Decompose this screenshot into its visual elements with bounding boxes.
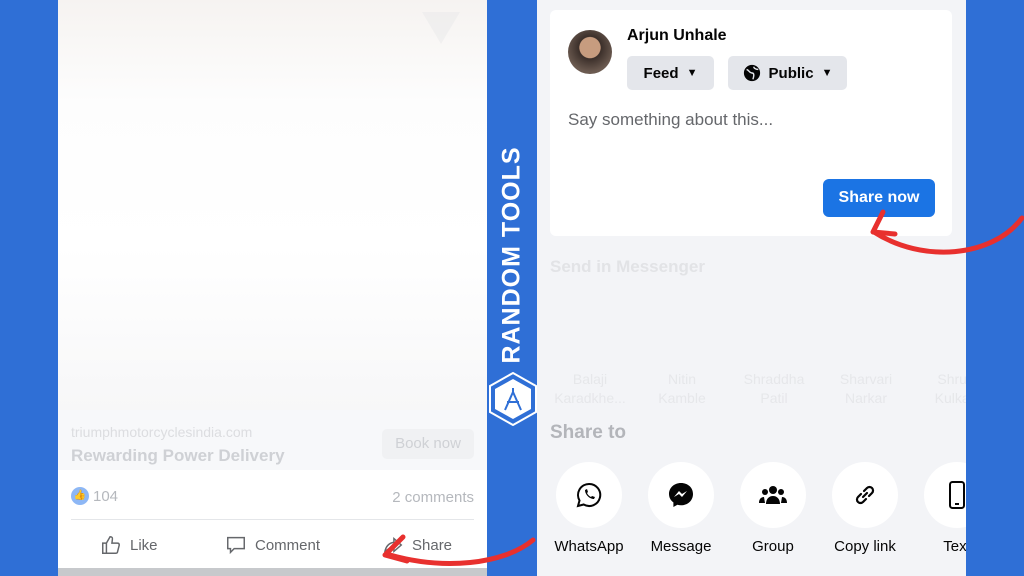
whatsapp-icon xyxy=(576,482,602,508)
feed-dropdown[interactable]: Feed ▼ xyxy=(627,56,714,90)
link-domain: triumphmotorcyclesindia.com xyxy=(71,424,253,440)
user-name: Arjun Unhale xyxy=(627,27,727,44)
share-icon xyxy=(384,536,403,554)
share-now-button[interactable]: Share now xyxy=(823,179,935,217)
like-count: 104 xyxy=(93,487,119,505)
share-copy-link[interactable]: Copy link xyxy=(819,462,911,555)
contact-first-name: Shru... xyxy=(937,371,966,387)
comment-count[interactable]: 2 comments xyxy=(392,489,474,506)
contact-last-name: Patil xyxy=(760,390,788,406)
like-button[interactable]: Like xyxy=(100,534,158,556)
feed-label: Feed xyxy=(643,64,679,82)
contact-last-name: Karadkhe... xyxy=(554,390,626,406)
share-label: Share xyxy=(412,536,453,554)
messenger-contact[interactable]: Balaji Karadkhe... xyxy=(545,370,635,408)
reaction-count[interactable]: 👍 104 xyxy=(71,487,118,505)
messenger-contact[interactable]: Shraddha Patil xyxy=(729,370,819,408)
share-message[interactable]: Message xyxy=(635,462,727,555)
link-headline: Rewarding Power Delivery xyxy=(71,446,285,465)
messenger-contact[interactable]: Nitin Kamble xyxy=(637,370,727,408)
globe-icon xyxy=(743,64,760,82)
share-composer: Arjun Unhale Feed ▼ Public ▼ Say somethi… xyxy=(550,10,952,236)
share-group[interactable]: Group xyxy=(727,462,819,555)
option-label: Text xyxy=(943,538,966,555)
share-text[interactable]: Text xyxy=(911,462,966,555)
comment-label: Comment xyxy=(255,536,321,554)
share-to-title: Share to xyxy=(550,422,627,443)
facebook-post: triumphmotorcyclesindia.com Rewarding Po… xyxy=(58,0,487,576)
thumbs-up-icon xyxy=(102,536,120,554)
avatar xyxy=(568,30,612,74)
contact-first-name: Sharvari xyxy=(839,371,893,387)
random-tools-logo-icon xyxy=(489,372,537,426)
bottom-bar xyxy=(58,568,487,576)
comment-icon xyxy=(227,536,245,555)
option-label: Copy link xyxy=(834,538,896,555)
caret-down-icon: ▼ xyxy=(686,67,698,79)
share-sheet: Arjun Unhale Feed ▼ Public ▼ Say somethi… xyxy=(537,0,966,576)
group-icon xyxy=(759,486,787,504)
share-button[interactable]: Share xyxy=(382,534,452,556)
contact-last-name: Narkar xyxy=(844,390,887,406)
triumph-logo-icon xyxy=(422,12,460,44)
share-whatsapp[interactable]: WhatsApp xyxy=(543,462,635,555)
book-now-button[interactable]: Book now xyxy=(382,429,474,459)
contact-first-name: Shraddha xyxy=(743,371,805,387)
contact-last-name: Kamble xyxy=(658,390,706,406)
option-label: Message xyxy=(650,538,712,555)
contact-first-name: Nitin xyxy=(667,371,696,387)
contact-first-name: Balaji xyxy=(572,371,608,387)
messenger-contact[interactable]: Sharvari Narkar xyxy=(821,370,911,408)
option-label: WhatsApp xyxy=(554,538,624,555)
contact-last-name: Kulka... xyxy=(934,390,966,406)
comment-button[interactable]: Comment xyxy=(225,534,320,556)
phone-icon xyxy=(949,481,965,509)
ad-image[interactable] xyxy=(58,0,487,410)
messenger-section-title: Send in Messenger xyxy=(550,257,705,276)
divider xyxy=(71,519,474,520)
messenger-icon xyxy=(669,483,693,507)
share-text-input[interactable]: Say something about this... xyxy=(568,110,773,130)
privacy-dropdown[interactable]: Public ▼ xyxy=(728,56,847,90)
like-reaction-icon: 👍 xyxy=(71,487,89,505)
caret-down-icon: ▼ xyxy=(821,67,833,79)
messenger-contact[interactable]: Shru... Kulka... xyxy=(913,370,966,408)
like-label: Like xyxy=(130,536,158,554)
option-label: Group xyxy=(752,538,794,555)
link-icon xyxy=(855,485,875,505)
brand-watermark: RANDOM TOOLS xyxy=(497,146,526,364)
privacy-label: Public xyxy=(768,64,814,82)
